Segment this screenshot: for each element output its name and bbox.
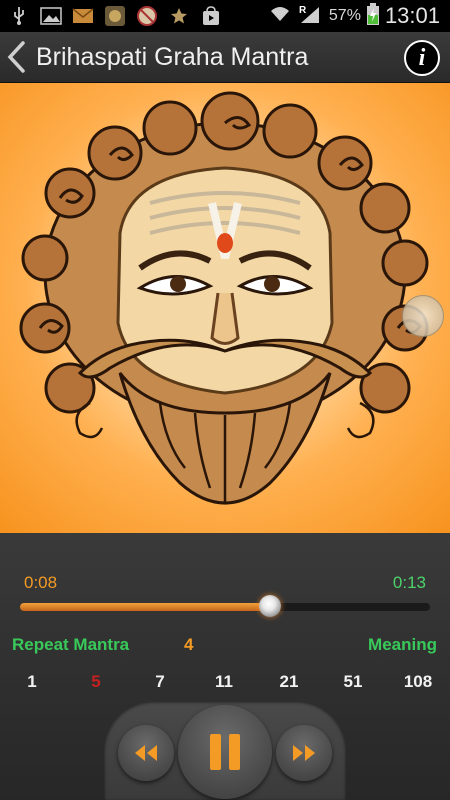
repeat-option[interactable]: 21 — [280, 672, 299, 692]
notification-icons — [0, 5, 222, 27]
repeat-option[interactable]: 1 — [27, 672, 36, 692]
repeat-mantra-label: Repeat Mantra — [12, 635, 130, 654]
status-bar: R 57% 13:01 — [0, 0, 450, 32]
image-icon — [40, 5, 62, 27]
total-time: 0:13 — [392, 573, 426, 592]
battery-charging-icon — [366, 2, 379, 30]
action-bar: Brihaspati Graha Mantra i — [0, 32, 450, 83]
wifi-icon — [269, 5, 291, 28]
system-status: R 57% 13:01 — [269, 2, 450, 30]
battery-percentage: 57% — [328, 7, 361, 24]
star-icon — [168, 5, 190, 27]
repeat-option[interactable]: 51 — [344, 672, 363, 692]
repeat-option[interactable]: 7 — [155, 672, 164, 692]
seek-bar-progress — [20, 603, 270, 611]
repeat-option[interactable]: 108 — [404, 672, 432, 692]
deity-artwork — [0, 83, 450, 533]
pause-icon — [210, 734, 240, 770]
usb-icon — [8, 5, 30, 27]
mail-icon — [72, 5, 94, 27]
svg-text:R: R — [299, 5, 307, 16]
chevron-left-icon — [7, 41, 25, 73]
fast-forward-icon — [293, 745, 315, 761]
seek-bar[interactable] — [20, 595, 430, 617]
blocked-icon — [136, 5, 158, 27]
repeat-option[interactable]: 11 — [215, 672, 233, 692]
current-time: 0:08 — [24, 573, 58, 592]
repeat-options: 1 5 7 11 21 51 108 — [0, 672, 450, 696]
signal-icon: R — [297, 4, 323, 29]
rewind-icon — [135, 745, 157, 761]
app-icon — [104, 5, 126, 27]
repeat-count: 4 — [184, 635, 194, 654]
rewind-button[interactable] — [118, 725, 174, 781]
playback-controls — [104, 701, 346, 800]
seek-bar-thumb[interactable] — [259, 595, 281, 617]
back-button[interactable] — [0, 32, 32, 82]
fast-forward-button[interactable] — [276, 725, 332, 781]
meaning-button[interactable]: Meaning — [368, 635, 437, 655]
clock: 13:01 — [384, 3, 440, 28]
brihaspati-face-illustration — [19, 91, 429, 505]
store-icon — [200, 5, 222, 27]
floating-assistive-button[interactable] — [402, 295, 444, 337]
repeat-option[interactable]: 5 — [91, 672, 100, 692]
pause-button[interactable] — [178, 705, 272, 799]
page-title: Brihaspati Graha Mantra — [36, 42, 309, 71]
player-panel: 0:08 0:13 Repeat Mantra 4 Meaning 1 5 7 … — [0, 533, 450, 800]
info-button[interactable]: i — [404, 40, 440, 76]
